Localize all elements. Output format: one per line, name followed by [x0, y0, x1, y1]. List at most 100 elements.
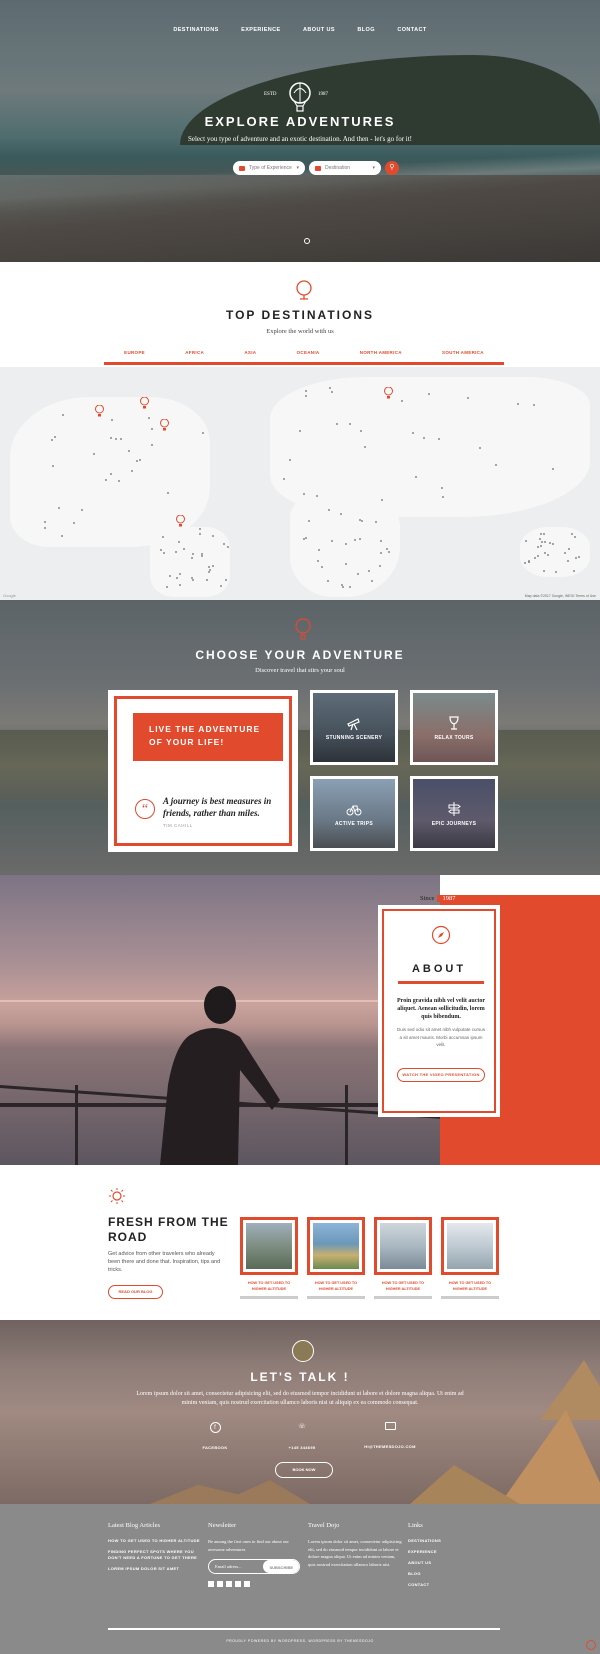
- facebook-icon[interactable]: [208, 1581, 214, 1587]
- footer-link[interactable]: DESTINATIONS: [408, 1538, 503, 1544]
- world-map[interactable]: Google Map data ©2017 Google, INEGI Term…: [0, 367, 600, 600]
- city-marker: [303, 492, 306, 495]
- nav-blog[interactable]: BLOG: [357, 27, 375, 33]
- blog-card-title[interactable]: HOW TO GET USED TO HIGHER ALTITUDE: [240, 1280, 298, 1292]
- map-icon: [315, 165, 321, 171]
- blog-card-title[interactable]: HOW TO GET USED TO HIGHER ALTITUDE: [441, 1280, 499, 1292]
- footer-article-link[interactable]: FINDING PERFECT SPOTS WHERE YOU DON'T NE…: [108, 1549, 203, 1561]
- about-text: Duis sed odio sit amet nibh vulputate cu…: [396, 1027, 486, 1047]
- map-pin-icon[interactable]: [160, 419, 169, 431]
- city-marker: [288, 459, 291, 462]
- footer-about-text: Lorem ipsum dolor sit amet, consectetur …: [308, 1539, 402, 1567]
- city-marker: [119, 437, 122, 440]
- tile-stunning-scenery[interactable]: STUNNING SCENERY: [310, 690, 398, 765]
- pinterest-icon[interactable]: [235, 1581, 241, 1587]
- footer-link[interactable]: BLOG: [408, 1571, 503, 1577]
- footer-newsletter-column: Newsletter Be among the first ones to fi…: [208, 1522, 303, 1587]
- footer-about-column: Travel Dojo Lorem ipsum dolor sit amet, …: [308, 1522, 403, 1568]
- tab-south-america[interactable]: SOUTH AMERICA: [442, 350, 484, 355]
- city-marker: [533, 557, 536, 560]
- city-marker: [212, 534, 214, 537]
- about-title: ABOUT: [411, 963, 467, 975]
- contact-phone[interactable]: ☏ +145 344695: [262, 1422, 342, 1454]
- map-attribution[interactable]: Map data ©2017 Google, INEGI Terms of Us…: [525, 594, 596, 598]
- tile-active-trips[interactable]: ACTIVE TRIPS: [310, 776, 398, 851]
- city-marker: [542, 569, 545, 572]
- city-marker: [114, 437, 117, 440]
- city-marker: [495, 463, 498, 466]
- city-marker: [166, 491, 169, 494]
- map-pin-icon[interactable]: [384, 387, 393, 399]
- since-label: Since 1987: [420, 895, 461, 902]
- city-marker: [563, 551, 566, 554]
- tab-asia[interactable]: ASIA: [244, 350, 256, 355]
- briefcase-icon: [239, 165, 245, 171]
- blog-section: FRESH FROM THE ROAD Get advice from othe…: [0, 1165, 600, 1320]
- social-links: [208, 1581, 303, 1587]
- city-marker: [111, 418, 114, 421]
- city-marker: [150, 443, 153, 446]
- back-to-top-button[interactable]: [586, 1640, 596, 1650]
- adventure-heading: LIVE THE ADVENTURE OF YOUR LIFE!: [133, 713, 283, 761]
- footer-link[interactable]: ABOUT US: [408, 1560, 503, 1566]
- search-button[interactable]: ⚲: [385, 161, 399, 175]
- phone-icon: ☏: [298, 1424, 306, 1430]
- city-marker: [316, 559, 319, 562]
- destinations-title: TOP DESTINATIONS: [225, 308, 374, 322]
- blog-card[interactable]: HOW TO GET USED TO HIGHER ALTITUDE: [240, 1217, 298, 1299]
- nav-about[interactable]: ABOUT US: [303, 27, 335, 33]
- signpost-icon: [448, 801, 461, 816]
- footer-links-column: Links DESTINATIONS EXPERIENCE ABOUT US B…: [408, 1522, 503, 1593]
- subscribe-button[interactable]: SUBSCRIBE: [263, 1560, 299, 1573]
- blog-card-title[interactable]: HOW TO GET USED TO HIGHER ALTITUDE: [307, 1280, 365, 1292]
- tab-africa[interactable]: AFRICA: [185, 350, 204, 355]
- city-marker: [316, 494, 319, 497]
- city-marker: [536, 546, 539, 549]
- blog-card[interactable]: HOW TO GET USED TO HIGHER ALTITUDE: [441, 1217, 499, 1299]
- avatar: [292, 1340, 314, 1362]
- blog-thumbnail: [246, 1223, 292, 1269]
- tile-epic-journeys[interactable]: EPIC JOURNEYS: [410, 776, 498, 851]
- telescope-icon: [347, 717, 360, 730]
- twitter-icon[interactable]: [217, 1581, 223, 1587]
- blog-title: FRESH FROM THE ROAD: [108, 1215, 229, 1244]
- nav-experience[interactable]: EXPERIENCE: [241, 27, 280, 33]
- footer-heading: Latest Blog Articles: [108, 1522, 160, 1529]
- newsletter-email-input[interactable]: Email adress...: [209, 1564, 263, 1569]
- contact-facebook[interactable]: f FACEBOOK: [175, 1422, 255, 1454]
- tab-oceania[interactable]: OCEANIA: [297, 350, 320, 355]
- map-pin-icon[interactable]: [95, 405, 104, 417]
- footer-article-link[interactable]: LOREM IPSUM DOLOR SIT AMET: [108, 1566, 203, 1572]
- tab-north-america[interactable]: NORTH AMERICA: [360, 350, 402, 355]
- tile-relax-tours[interactable]: RELAX TOURS: [410, 690, 498, 765]
- map-pin-icon[interactable]: [176, 515, 185, 527]
- tab-europe[interactable]: EUROPE: [124, 350, 145, 355]
- slider-dot[interactable]: [304, 238, 310, 244]
- footer-link[interactable]: EXPERIENCE: [408, 1549, 503, 1555]
- footer-article-link[interactable]: HOW TO GET USED TO HIGHER ALTITUDE: [108, 1538, 203, 1544]
- blog-card-title[interactable]: HOW TO GET USED TO HIGHER ALTITUDE: [374, 1280, 432, 1292]
- blog-card[interactable]: HOW TO GET USED TO HIGHER ALTITUDE: [307, 1217, 365, 1299]
- city-marker: [353, 538, 356, 541]
- email-icon[interactable]: [244, 1581, 250, 1587]
- map-pin-icon[interactable]: [140, 397, 149, 409]
- nav-destinations[interactable]: DESTINATIONS: [173, 27, 218, 33]
- city-marker: [222, 542, 225, 545]
- experience-select[interactable]: Type of Experience ▾: [233, 161, 305, 175]
- city-marker: [575, 556, 578, 559]
- blog-card[interactable]: HOW TO GET USED TO HIGHER ALTITUDE: [374, 1217, 432, 1299]
- tab-underline: [104, 362, 504, 365]
- city-marker: [150, 427, 153, 430]
- nav-contact[interactable]: CONTACT: [397, 27, 426, 33]
- hero-title: EXPLORE ADVENTURES: [204, 114, 396, 129]
- book-now-button[interactable]: BOOK NOW: [275, 1462, 333, 1478]
- watch-video-button[interactable]: WATCH THE VIDEO PRESENTATION: [397, 1068, 485, 1082]
- read-blog-button[interactable]: READ OUR BLOG: [108, 1285, 163, 1299]
- quote-text: A journey is best measures in friends, r…: [163, 796, 272, 818]
- destination-select[interactable]: Destination ▾: [309, 161, 381, 175]
- contact-email[interactable]: HI@THEMESDOJO.COM: [350, 1422, 430, 1453]
- instagram-icon[interactable]: [226, 1581, 232, 1587]
- balloon-logo-icon: [289, 82, 311, 112]
- city-marker: [304, 389, 307, 392]
- footer-link[interactable]: CONTACT: [408, 1582, 503, 1588]
